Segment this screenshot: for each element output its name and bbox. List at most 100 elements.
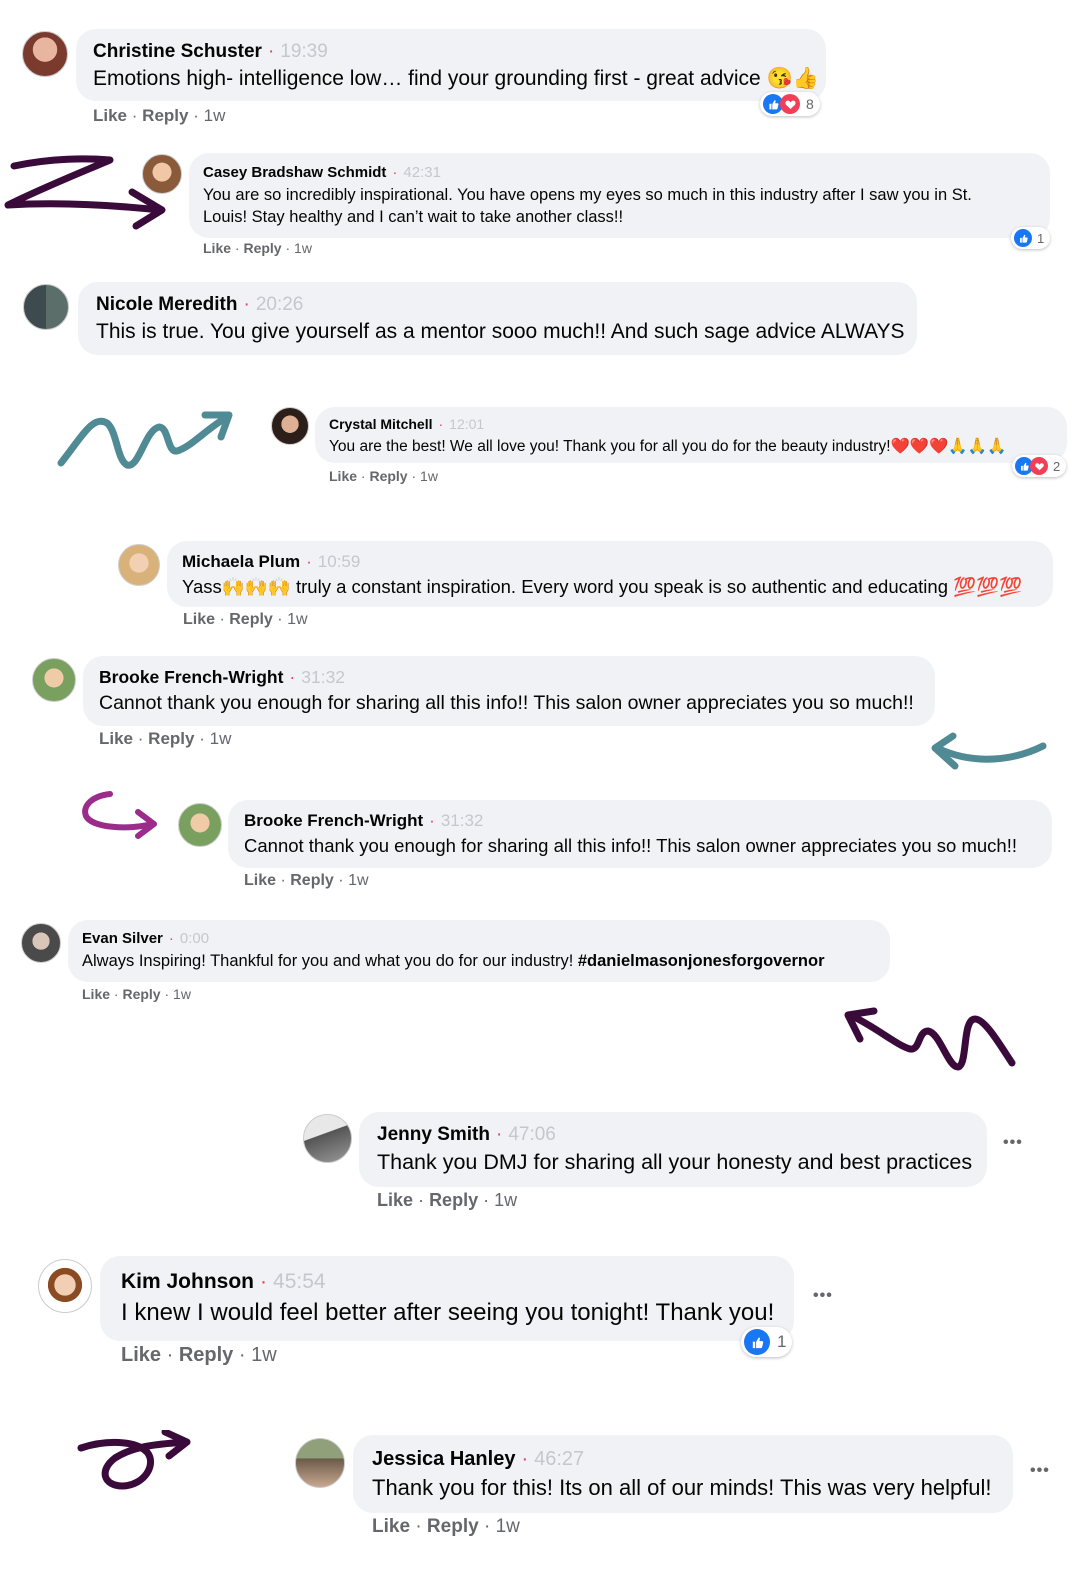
- commenter-name[interactable]: Jessica Hanley: [372, 1448, 515, 1471]
- commenter-name[interactable]: Crystal Mitchell: [329, 416, 432, 432]
- comment-bubble: Kim Johnson · 45:54 I knew I would feel be…: [100, 1256, 794, 1341]
- comment-bubble: Christine Schuster · 19:39 Emotions high- …: [76, 29, 826, 101]
- comment-time[interactable]: 42:31: [403, 164, 441, 181]
- comment-text: Thank you DMJ for sharing all your hones…: [377, 1150, 973, 1174]
- like-link[interactable]: Like: [82, 986, 110, 1002]
- comment-age[interactable]: 1w: [420, 468, 438, 484]
- reaction-count[interactable]: 1: [741, 1327, 793, 1357]
- avatar[interactable]: [178, 803, 222, 847]
- comment-time[interactable]: 46:27: [534, 1448, 584, 1471]
- reaction-count[interactable]: 2: [1012, 455, 1067, 477]
- comment-text: You are so incredibly inspirational. You…: [203, 186, 972, 204]
- comment-bubble: Brooke French-Wright · 31:32 Cannot thank …: [228, 800, 1052, 868]
- comment-text: You are the best! We all love you! Thank…: [329, 438, 1007, 455]
- comment-time[interactable]: 10:59: [318, 552, 361, 572]
- commenter-name[interactable]: Christine Schuster: [93, 41, 262, 63]
- comment-age[interactable]: 1w: [494, 1190, 517, 1210]
- reply-link[interactable]: Reply: [122, 986, 160, 1002]
- commenter-name[interactable]: Kim Johnson: [121, 1270, 254, 1294]
- comment-text: This is true. You give yourself as a men…: [96, 320, 905, 343]
- comment-time[interactable]: 45:54: [273, 1270, 326, 1294]
- reply-link[interactable]: Reply: [229, 611, 273, 628]
- reply-link[interactable]: Reply: [427, 1516, 479, 1537]
- comment-actions: Like · Reply · 1w: [329, 468, 438, 484]
- comment-age[interactable]: 1w: [251, 1344, 277, 1366]
- comment-bubble: Crystal Mitchell · 12:01 You are the best!…: [315, 407, 1067, 463]
- comment-age[interactable]: 1w: [348, 872, 368, 889]
- like-link[interactable]: Like: [121, 1344, 161, 1366]
- commenter-name[interactable]: Nicole Meredith: [96, 294, 237, 316]
- comment-text: Thank you for this! Its on all of our mi…: [372, 1475, 992, 1500]
- comment-bubble: Evan Silver · 0:00 Always Inspiring! Thank…: [68, 920, 890, 982]
- more-options-icon[interactable]: •••: [1030, 1462, 1050, 1480]
- avatar[interactable]: [295, 1438, 345, 1488]
- comment-age[interactable]: 1w: [496, 1516, 520, 1537]
- reply-link[interactable]: Reply: [179, 1344, 233, 1366]
- hashtag-link[interactable]: #danielmasonjonesforgovernor: [578, 952, 825, 970]
- comment-actions: Like · Reply · 1w: [183, 611, 308, 628]
- like-reaction-icon: [744, 1329, 770, 1355]
- comment-age[interactable]: 1w: [210, 729, 232, 748]
- reply-link[interactable]: Reply: [148, 729, 194, 748]
- like-link[interactable]: Like: [329, 468, 357, 484]
- avatar[interactable]: [22, 31, 68, 77]
- like-link[interactable]: Like: [93, 106, 127, 125]
- commenter-name[interactable]: Jenny Smith: [377, 1124, 490, 1146]
- comment-text: Cannot thank you enough for sharing all …: [99, 692, 914, 714]
- comment-time[interactable]: 20:26: [256, 294, 304, 316]
- avatar[interactable]: [303, 1114, 352, 1163]
- reply-link[interactable]: Reply: [290, 872, 334, 889]
- comment-text-line2: Louis! Stay healthy and I can’t wait to …: [203, 208, 624, 226]
- avatar[interactable]: [23, 284, 69, 330]
- comment-text: Emotions high- intelligence low… find yo…: [93, 67, 819, 90]
- more-options-icon[interactable]: •••: [813, 1287, 833, 1305]
- zigzag-arrow-icon: [844, 1007, 1016, 1071]
- avatar[interactable]: [32, 658, 76, 702]
- like-link[interactable]: Like: [372, 1516, 410, 1537]
- comment-actions: Like · Reply · 1w: [244, 872, 369, 889]
- like-link[interactable]: Like: [377, 1190, 413, 1210]
- comment-time[interactable]: 31:32: [441, 811, 484, 831]
- comment-text: Yass🙌🙌🙌 truly a constant inspiration. Ev…: [182, 576, 1023, 597]
- comment-time[interactable]: 19:39: [280, 41, 328, 63]
- avatar[interactable]: [21, 923, 61, 963]
- comment-age[interactable]: 1w: [204, 106, 226, 125]
- like-link[interactable]: Like: [183, 611, 215, 628]
- comment-bubble: Jessica Hanley · 46:27 Thank you for this!…: [353, 1435, 1013, 1513]
- commenter-name[interactable]: Brooke French-Wright: [99, 667, 283, 688]
- reply-link[interactable]: Reply: [429, 1190, 478, 1210]
- reply-link[interactable]: Reply: [369, 468, 407, 484]
- commenter-name[interactable]: Brooke French-Wright: [244, 811, 423, 831]
- commenter-name[interactable]: Casey Bradshaw Schmidt: [203, 164, 386, 181]
- comment-time[interactable]: 47:06: [508, 1124, 556, 1146]
- comment-actions: Like · Reply · 1w: [372, 1516, 520, 1537]
- comment-actions: Like · Reply · 1w: [99, 729, 232, 748]
- like-reaction-icon: [1014, 229, 1032, 247]
- like-link[interactable]: Like: [99, 729, 133, 748]
- comment-time[interactable]: 0:00: [180, 930, 209, 947]
- comment-actions: Like · Reply · 1w: [121, 1344, 277, 1366]
- comment-actions: Like · Reply · 1w: [82, 986, 191, 1002]
- avatar[interactable]: [142, 154, 182, 194]
- comment-time[interactable]: 12:01: [449, 416, 484, 432]
- avatar[interactable]: [271, 407, 309, 445]
- comment-actions: Like · Reply · 1w: [93, 106, 226, 125]
- commenter-name[interactable]: Michaela Plum: [182, 552, 300, 572]
- commenter-name[interactable]: Evan Silver: [82, 930, 163, 947]
- comment-text: I knew I would feel better after seeing …: [121, 1299, 775, 1326]
- curl-arrow-icon: [82, 791, 157, 839]
- like-link[interactable]: Like: [203, 240, 231, 256]
- reply-link[interactable]: Reply: [142, 106, 188, 125]
- comment-time[interactable]: 31:32: [301, 667, 345, 688]
- reaction-count[interactable]: 8: [760, 92, 820, 116]
- avatar[interactable]: [118, 544, 160, 586]
- reply-link[interactable]: Reply: [243, 240, 281, 256]
- avatar[interactable]: [38, 1259, 92, 1313]
- like-link[interactable]: Like: [244, 872, 276, 889]
- comment-age[interactable]: 1w: [173, 986, 191, 1002]
- comment-age[interactable]: 1w: [287, 611, 307, 628]
- more-options-icon[interactable]: •••: [1003, 1134, 1023, 1152]
- reaction-count[interactable]: 1: [1011, 227, 1051, 249]
- comment-age[interactable]: 1w: [294, 240, 312, 256]
- comment-text: Always Inspiring! Thankful for you and w…: [82, 952, 578, 970]
